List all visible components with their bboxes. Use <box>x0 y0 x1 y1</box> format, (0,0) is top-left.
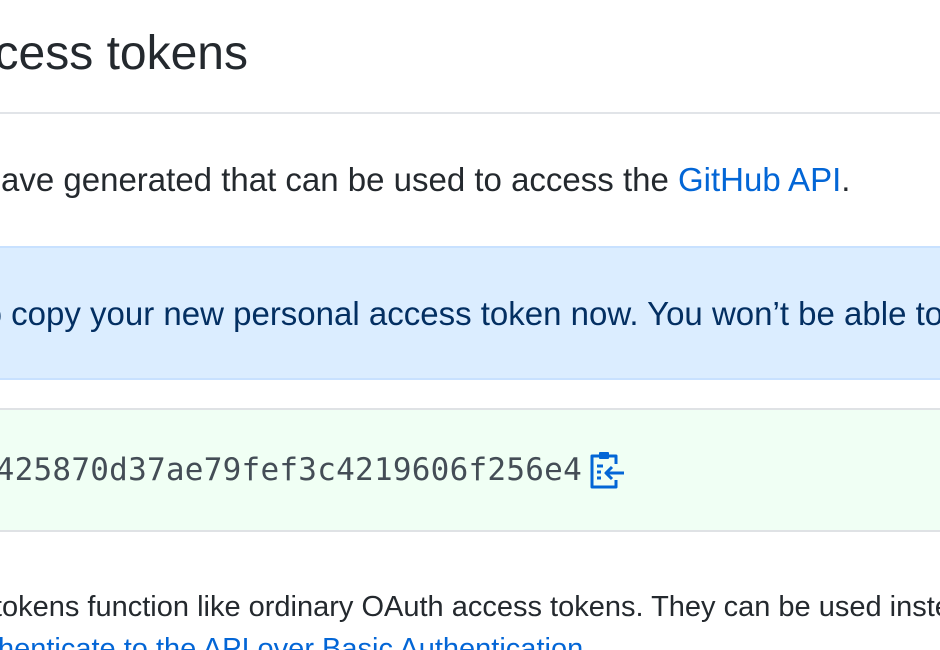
token-value[interactable]: 5d5e2b4f425870d37ae79fef3c4219606f256e4 <box>0 448 582 492</box>
token-description: Personal access tokens function like ord… <box>0 591 940 623</box>
flash-notice: Make sure to copy your new personal acce… <box>0 246 940 380</box>
title-divider <box>0 112 940 114</box>
basic-auth-link[interactable]: authenticate to the API over Basic Authe… <box>0 628 591 650</box>
clippy-icon <box>590 452 624 489</box>
new-token-box: 5d5e2b4f425870d37ae79fef3c4219606f256e4 <box>0 408 940 532</box>
settings-page: Personal access tokens Tokens you have g… <box>0 0 940 650</box>
intro-text-before-link: Tokens you have generated that can be us… <box>0 161 669 198</box>
intro-text: Tokens you have generated that can be us… <box>0 158 850 202</box>
intro-text-lead: Tokens you have generated that can be us… <box>0 158 850 202</box>
intro-text-after-link: . <box>841 161 851 198</box>
page-title: Personal access tokens <box>0 22 248 86</box>
page-title-text: Personal access tokens <box>0 27 248 80</box>
copy-token-button[interactable] <box>588 450 626 490</box>
flash-message: Make sure to copy your new personal acce… <box>0 295 940 332</box>
github-api-link[interactable]: GitHub API <box>678 161 841 198</box>
